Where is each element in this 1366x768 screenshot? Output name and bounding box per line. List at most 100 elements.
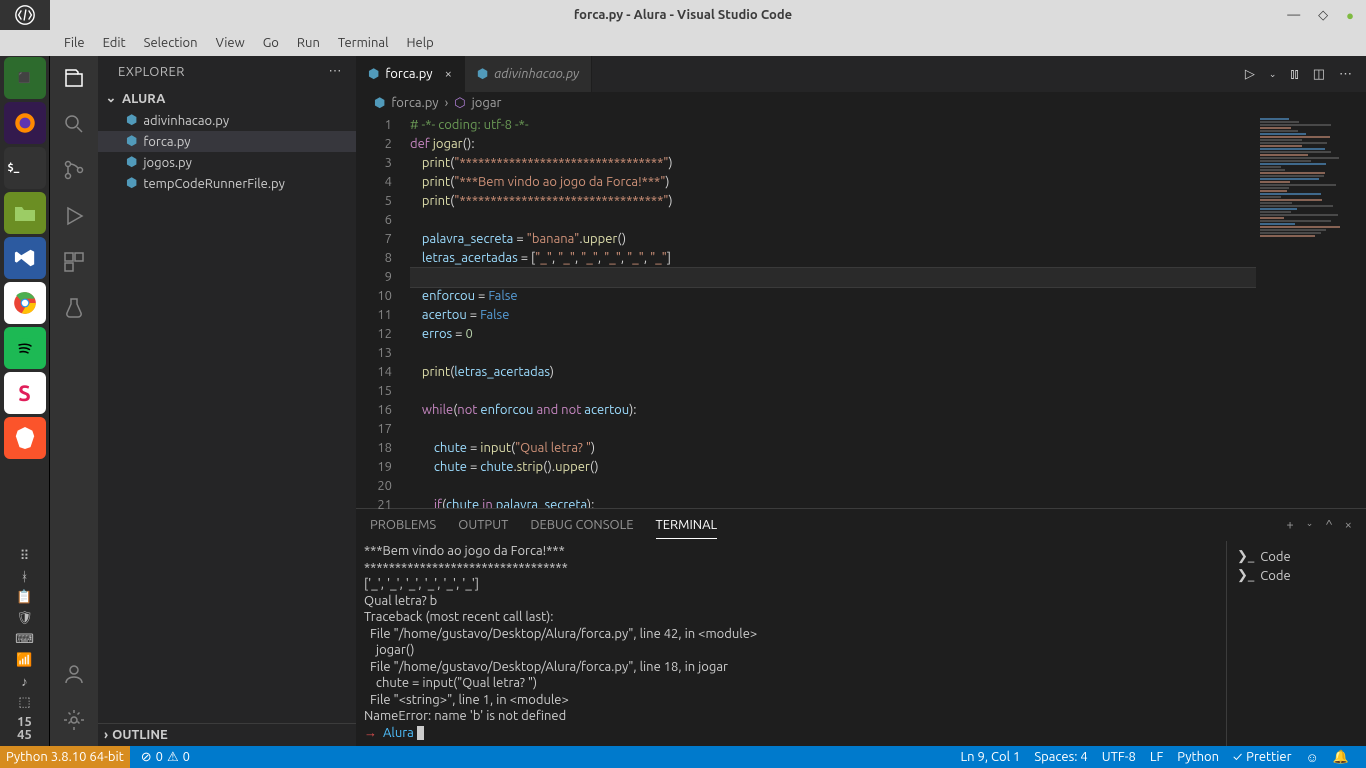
dock-app-shell[interactable]: $_ <box>4 147 46 189</box>
panel-tab-output[interactable]: OUTPUT <box>458 512 508 538</box>
settings-gear-icon[interactable] <box>62 708 86 732</box>
close-tab-icon[interactable]: × <box>445 67 452 81</box>
python-file-icon: ⬢ <box>126 176 137 191</box>
split-editor-icon[interactable]: ◫ <box>1313 67 1325 82</box>
extensions-icon[interactable] <box>62 250 86 274</box>
terminal-list: ❯_Code ❯_Code <box>1226 541 1366 746</box>
eol[interactable]: LF <box>1143 750 1170 765</box>
panel-tab-problems[interactable]: PROBLEMS <box>370 512 436 538</box>
feedback-icon[interactable]: ☺ <box>1299 750 1326 765</box>
maximize-button[interactable]: ◇ <box>1318 8 1328 23</box>
check-icon: ✓ <box>1233 750 1242 764</box>
encoding[interactable]: UTF-8 <box>1095 750 1143 765</box>
minimap[interactable] <box>1256 114 1366 508</box>
python-env[interactable]: Python 3.8.10 64-bit <box>0 746 130 768</box>
menu-go[interactable]: Go <box>255 34 287 52</box>
menu-run[interactable]: Run <box>289 34 328 52</box>
sidebar-title: EXPLORER <box>118 65 185 79</box>
dock-app-files[interactable] <box>4 192 46 234</box>
split-compare-icon[interactable]: ⫾⫾ <box>1290 67 1298 82</box>
menu-terminal[interactable]: Terminal <box>330 34 397 52</box>
panel-close-icon[interactable]: × <box>1345 518 1352 532</box>
terminal-entry[interactable]: ❯_Code <box>1237 566 1356 585</box>
status-errors[interactable]: ⊘0 ⚠0 <box>134 750 197 765</box>
file-item[interactable]: ⬢tempCodeRunnerFile.py <box>98 173 356 194</box>
tray-drive-icon[interactable]: ⬚ <box>18 695 30 710</box>
run-dropdown-icon[interactable]: ⌄ <box>1269 69 1277 80</box>
sidebar: EXPLORER ⋯ ⌄ ALURA ⬢adivinhacao.py⬢forca… <box>98 56 356 746</box>
project-header[interactable]: ⌄ ALURA <box>98 87 356 110</box>
chevron-down-icon: ⌄ <box>104 91 118 106</box>
dock-app-firefox[interactable] <box>4 102 46 144</box>
tray-bluetooth-icon[interactable]: ᚼ <box>21 570 29 584</box>
python-file-icon: ⬢ <box>368 67 379 82</box>
python-file-icon: ⬢ <box>477 67 488 82</box>
dock-app-vscode[interactable] <box>4 237 46 279</box>
account-icon[interactable] <box>62 662 86 686</box>
menu-view[interactable]: View <box>208 34 253 52</box>
source-control-icon[interactable] <box>62 158 86 182</box>
cursor-position[interactable]: Ln 9, Col 1 <box>954 750 1028 765</box>
terminal-shell-icon: ❯_ <box>1237 568 1254 583</box>
editor-tab[interactable]: ⬢forca.py× <box>356 56 465 92</box>
os-logo[interactable] <box>0 0 50 30</box>
panel-maximize-icon[interactable]: ^ <box>1325 518 1332 532</box>
run-debug-icon[interactable] <box>62 204 86 228</box>
terminal-dropdown-icon[interactable]: ⌄ <box>1306 518 1314 532</box>
status-bar: Python 3.8.10 64-bit ⊘0 ⚠0 Ln 9, Col 1 S… <box>0 746 1366 768</box>
function-icon: ⬡ <box>454 96 465 111</box>
test-icon[interactable] <box>62 296 86 320</box>
menu-help[interactable]: Help <box>398 34 441 52</box>
tray-clipboard-icon[interactable]: 📋 <box>16 590 32 605</box>
outline-section[interactable]: › OUTLINE <box>98 723 356 746</box>
menu-file[interactable]: File <box>56 34 93 52</box>
search-icon[interactable] <box>62 112 86 136</box>
dock-app-brave[interactable] <box>4 417 46 459</box>
terminal-entry[interactable]: ❯_Code <box>1237 547 1356 566</box>
menu-selection[interactable]: Selection <box>136 34 206 52</box>
tray-wifi-icon[interactable]: 📶 <box>16 653 32 668</box>
tray-shield-icon[interactable]: 🛡 <box>16 611 33 626</box>
tray-music-icon[interactable]: ♪ <box>21 674 28 689</box>
menu-edit[interactable]: Edit <box>95 34 134 52</box>
dock-app-spotify[interactable] <box>4 327 46 369</box>
python-file-icon: ⬢ <box>126 134 137 149</box>
sidebar-more-icon[interactable]: ⋯ <box>329 64 343 79</box>
python-file-icon: ⬢ <box>126 113 137 128</box>
tray-clock[interactable]: 1545 <box>17 716 32 742</box>
run-play-icon[interactable]: ▷ <box>1245 67 1255 82</box>
new-terminal-icon[interactable]: + <box>1286 518 1293 532</box>
explorer-icon[interactable] <box>62 66 86 90</box>
terminal[interactable]: ***Bem vindo ao jogo da Forca!**********… <box>356 541 1226 746</box>
panel-tab-terminal[interactable]: TERMINAL <box>656 512 718 539</box>
tray-indicator-icon[interactable]: ⠿ <box>20 549 30 564</box>
titlebar: forca.py - Alura - Visual Studio Code — … <box>0 0 1366 30</box>
python-file-icon: ⬢ <box>126 155 137 170</box>
dock-app-chrome[interactable] <box>4 282 46 324</box>
language-mode[interactable]: Python <box>1170 750 1226 765</box>
dock-app-slack[interactable]: S <box>4 372 46 414</box>
window-title: forca.py - Alura - Visual Studio Code <box>574 8 792 22</box>
dock-app-terminal[interactable]: ⬛ <box>4 57 46 99</box>
warning-icon: ⚠ <box>167 750 179 765</box>
indent-setting[interactable]: Spaces: 4 <box>1027 750 1094 765</box>
minimize-button[interactable]: — <box>1287 8 1300 23</box>
close-button[interactable]: ● <box>1346 8 1354 23</box>
chevron-right-icon: › <box>104 728 108 742</box>
tray-keyboard-icon[interactable]: ⌨ <box>15 632 34 647</box>
line-gutter: 123456789101112131415161718192021 <box>356 114 410 508</box>
file-item[interactable]: ⬢jogos.py <box>98 152 356 173</box>
code-editor[interactable]: # -*- coding: utf-8 -*-def jogar(): prin… <box>410 114 1256 508</box>
prettier-status[interactable]: ✓Prettier <box>1226 750 1298 765</box>
python-file-icon: ⬢ <box>374 96 385 111</box>
menubar: FileEditSelectionViewGoRunTerminalHelp <box>0 30 1366 56</box>
panel-tab-debug-console[interactable]: DEBUG CONSOLE <box>530 512 633 538</box>
tab-more-icon[interactable]: ⋯ <box>1339 67 1352 82</box>
file-item[interactable]: ⬢forca.py <box>98 131 356 152</box>
editor-tab[interactable]: ⬢adivinhacao.py <box>465 56 592 92</box>
editor-tabs: ⬢forca.py×⬢adivinhacao.py ▷ ⌄ ⫾⫾ ◫ ⋯ <box>356 56 1366 92</box>
file-item[interactable]: ⬢adivinhacao.py <box>98 110 356 131</box>
bell-icon[interactable]: 🔔 <box>1326 750 1356 765</box>
breadcrumb[interactable]: ⬢ forca.py › ⬡ jogar <box>356 92 1366 114</box>
os-dock: ⬛ $_ S ⠿ ᚼ 📋 🛡 ⌨ 📶 ♪ ⬚ 1545 <box>0 56 50 746</box>
